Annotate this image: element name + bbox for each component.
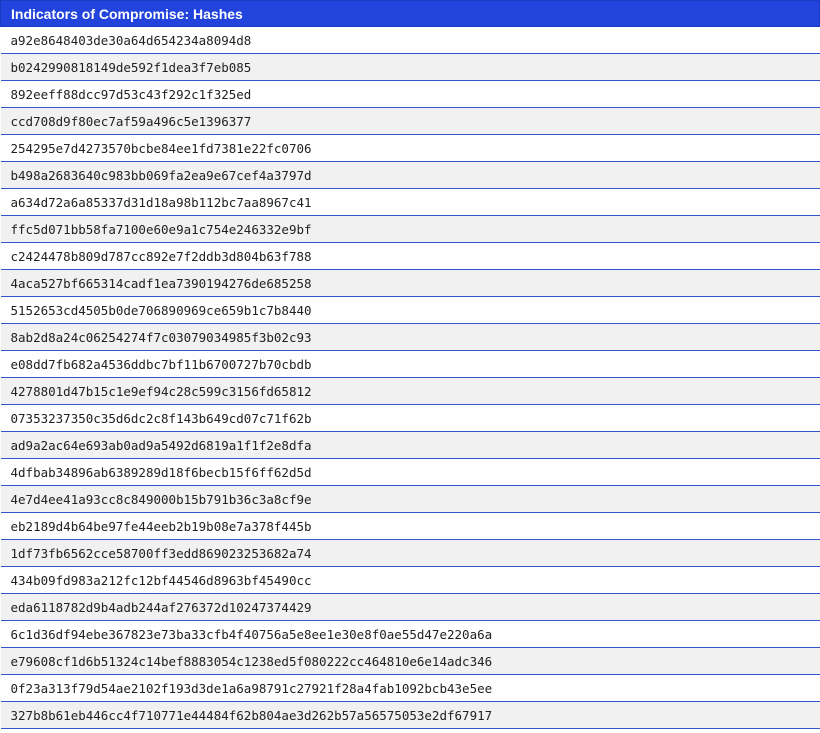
hash-cell: e08dd7fb682a4536ddbc7bf11b6700727b70cbdb (0, 350, 820, 378)
hash-cell: a634d72a6a85337d31d18a98b112bc7aa8967c41 (0, 188, 820, 216)
table-row: 892eeff88dcc97d53c43f292c1f325ed (0, 80, 820, 108)
hash-cell: 0f23a313f79d54ae2102f193d3de1a6a98791c27… (0, 674, 820, 702)
hash-cell: ccd708d9f80ec7af59a496c5e1396377 (0, 107, 820, 135)
table-row: 4278801d47b15c1e9ef94c28c599c3156fd65812 (0, 377, 820, 405)
table-row: 07353237350c35d6dc2c8f143b649cd07c71f62b (0, 404, 820, 432)
hash-cell: b498a2683640c983bb069fa2ea9e67cef4a3797d (0, 161, 820, 189)
table-row: ffc5d071bb58fa7100e60e9a1c754e246332e9bf (0, 215, 820, 243)
hash-cell: 254295e7d4273570bcbe84ee1fd7381e22fc0706 (0, 134, 820, 162)
table-header-row: Indicators of Compromise: Hashes (0, 0, 820, 27)
hash-cell: 1df73fb6562cce58700ff3edd869023253682a74 (0, 539, 820, 567)
hash-cell: 4e7d4ee41a93cc8c849000b15b791b36c3a8cf9e (0, 485, 820, 513)
hash-cell: 4dfbab34896ab6389289d18f6becb15f6ff62d5d (0, 458, 820, 486)
hash-cell: ffc5d071bb58fa7100e60e9a1c754e246332e9bf (0, 215, 820, 243)
hash-cell: a92e8648403de30a64d654234a8094d8 (0, 26, 820, 54)
ioc-hashes-table: Indicators of Compromise: Hashes a92e864… (0, 0, 820, 729)
hash-cell: 4278801d47b15c1e9ef94c28c599c3156fd65812 (0, 377, 820, 405)
table-row: 434b09fd983a212fc12bf44546d8963bf45490cc (0, 566, 820, 594)
hash-cell: 8ab2d8a24c06254274f7c03079034985f3b02c93 (0, 323, 820, 351)
table-row: 8ab2d8a24c06254274f7c03079034985f3b02c93 (0, 323, 820, 351)
table-row: 4e7d4ee41a93cc8c849000b15b791b36c3a8cf9e (0, 485, 820, 513)
table-row: 327b8b61eb446cc4f710771e44484f62b804ae3d… (0, 701, 820, 729)
hash-cell: 892eeff88dcc97d53c43f292c1f325ed (0, 80, 820, 108)
table-row: 0f23a313f79d54ae2102f193d3de1a6a98791c27… (0, 674, 820, 702)
table-row: ad9a2ac64e693ab0ad9a5492d6819a1f1f2e8dfa (0, 431, 820, 459)
hash-cell: 07353237350c35d6dc2c8f143b649cd07c71f62b (0, 404, 820, 432)
hash-cell: e79608cf1d6b51324c14bef8883054c1238ed5f0… (0, 647, 820, 675)
hash-cell: eb2189d4b64be97fe44eeb2b19b08e7a378f445b (0, 512, 820, 540)
table-row: 254295e7d4273570bcbe84ee1fd7381e22fc0706 (0, 134, 820, 162)
hash-cell: ad9a2ac64e693ab0ad9a5492d6819a1f1f2e8dfa (0, 431, 820, 459)
table-row: a92e8648403de30a64d654234a8094d8 (0, 26, 820, 54)
table-row: 1df73fb6562cce58700ff3edd869023253682a74 (0, 539, 820, 567)
table-row: ccd708d9f80ec7af59a496c5e1396377 (0, 107, 820, 135)
hash-cell: 5152653cd4505b0de706890969ce659b1c7b8440 (0, 296, 820, 324)
table-row: a634d72a6a85337d31d18a98b112bc7aa8967c41 (0, 188, 820, 216)
table-row: e08dd7fb682a4536ddbc7bf11b6700727b70cbdb (0, 350, 820, 378)
hash-cell: 327b8b61eb446cc4f710771e44484f62b804ae3d… (0, 701, 820, 729)
table-row: c2424478b809d787cc892e7f2ddb3d804b63f788 (0, 242, 820, 270)
table-row: eda6118782d9b4adb244af276372d10247374429 (0, 593, 820, 621)
table-row: 4aca527bf665314cadf1ea7390194276de685258 (0, 269, 820, 297)
hash-cell: b0242990818149de592f1dea3f7eb085 (0, 53, 820, 81)
table-row: 6c1d36df94ebe367823e73ba33cfb4f40756a5e8… (0, 620, 820, 648)
table-row: b498a2683640c983bb069fa2ea9e67cef4a3797d (0, 161, 820, 189)
hash-cell: 434b09fd983a212fc12bf44546d8963bf45490cc (0, 566, 820, 594)
hash-cell: 4aca527bf665314cadf1ea7390194276de685258 (0, 269, 820, 297)
hash-cell: 6c1d36df94ebe367823e73ba33cfb4f40756a5e8… (0, 620, 820, 648)
hash-rows: a92e8648403de30a64d654234a8094d8 b0242990… (0, 26, 820, 729)
table-row: 5152653cd4505b0de706890969ce659b1c7b8440 (0, 296, 820, 324)
hash-cell: eda6118782d9b4adb244af276372d10247374429 (0, 593, 820, 621)
table-row: 4dfbab34896ab6389289d18f6becb15f6ff62d5d (0, 458, 820, 486)
table-row: e79608cf1d6b51324c14bef8883054c1238ed5f0… (0, 647, 820, 675)
table-row: b0242990818149de592f1dea3f7eb085 (0, 53, 820, 81)
hash-cell: c2424478b809d787cc892e7f2ddb3d804b63f788 (0, 242, 820, 270)
table-row: eb2189d4b64be97fe44eeb2b19b08e7a378f445b (0, 512, 820, 540)
table-title: Indicators of Compromise: Hashes (0, 0, 820, 27)
